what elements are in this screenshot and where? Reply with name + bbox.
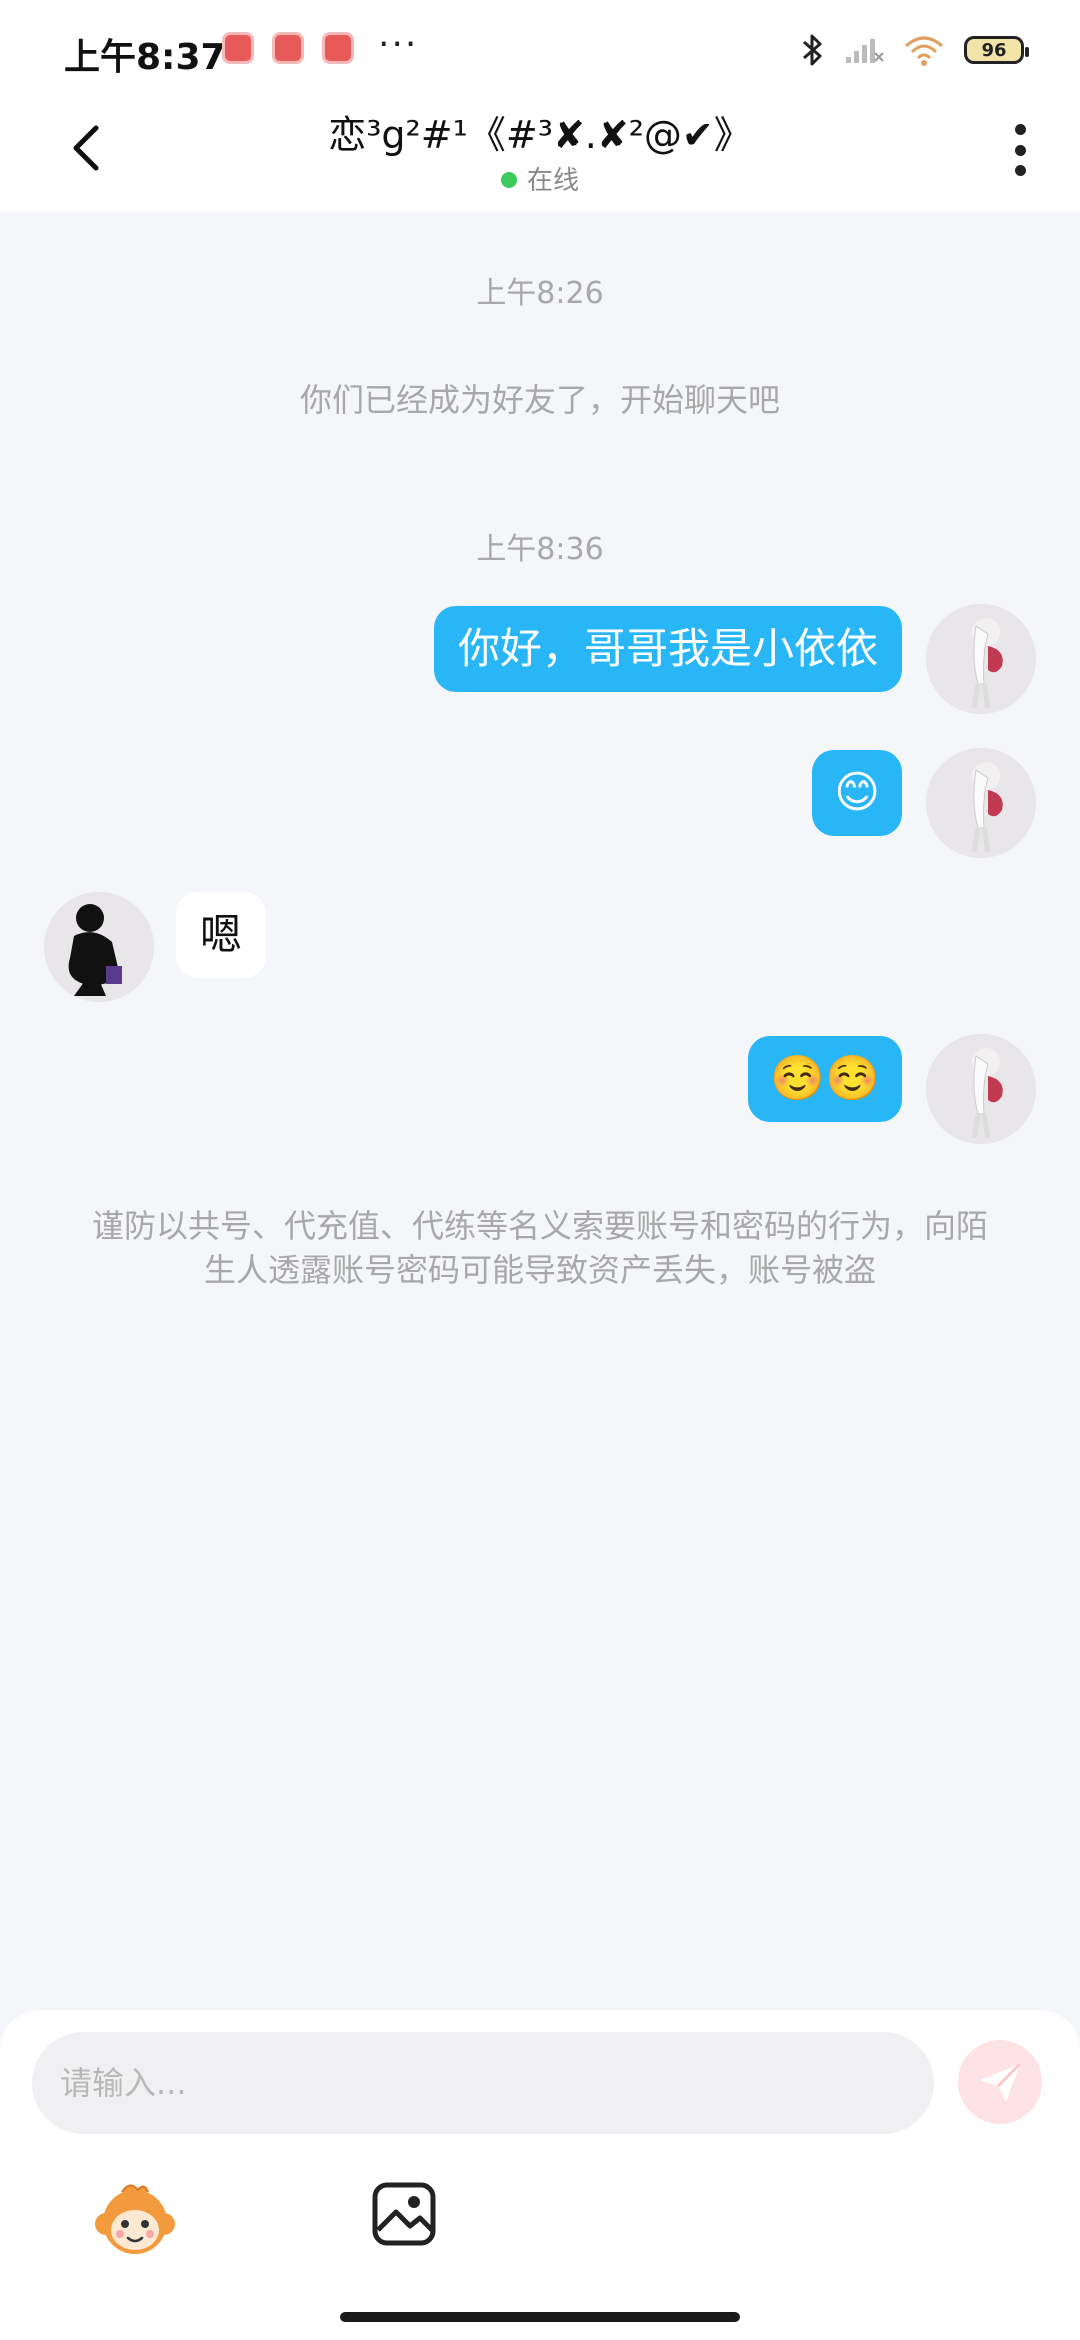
my-avatar[interactable] <box>926 604 1036 714</box>
user-avatar-icon <box>926 748 1036 858</box>
status-bar: 上午8:37 ··· 96 <box>0 0 1080 96</box>
status-time: 上午8:37 <box>64 37 226 78</box>
my-avatar[interactable] <box>926 748 1036 858</box>
timestamp: 上午8:36 <box>476 532 604 567</box>
online-dot-icon <box>500 171 517 188</box>
paper-plane-icon <box>980 2062 1022 2102</box>
more-vertical-icon <box>1014 124 1026 135</box>
monkey-sticker-icon <box>95 2184 175 2254</box>
image-button[interactable] <box>370 2180 438 2248</box>
user-avatar-icon <box>926 1034 1036 1144</box>
notification-app-icon <box>222 32 254 64</box>
more-notifications-icon: ··· <box>378 24 419 65</box>
message-bubble-outgoing[interactable]: 😊 <box>812 750 902 836</box>
system-message-friend-added: 你们已经成为好友了，开始聊天吧 <box>299 381 780 419</box>
more-options-button[interactable] <box>1008 120 1032 180</box>
composer-panel <box>0 2010 1080 2340</box>
home-indicator[interactable] <box>340 2312 740 2322</box>
user-avatar-icon <box>926 604 1036 714</box>
message-input[interactable] <box>32 2032 934 2134</box>
contact-name[interactable]: 恋³g²#¹《#³✘.✘²@✔》 <box>0 104 1080 159</box>
online-status-label: 在线 <box>526 166 579 196</box>
my-avatar[interactable] <box>926 1034 1036 1144</box>
message-bubble-outgoing[interactable]: 你好，哥哥我是小依依 <box>433 606 902 692</box>
bluetooth-icon <box>800 32 824 68</box>
message-bubble-outgoing[interactable]: ☺️☺️ <box>748 1036 902 1122</box>
status-icons: 96 <box>800 30 1029 70</box>
battery-indicator: 96 <box>964 36 1029 64</box>
timestamp: 上午8:26 <box>476 276 604 311</box>
contact-avatar[interactable] <box>44 892 154 1002</box>
message-list[interactable]: 上午8:26 你们已经成为好友了，开始聊天吧 上午8:36 你好，哥哥我是小依依… <box>0 212 1080 2012</box>
notification-app-icon <box>322 32 354 64</box>
message-bubble-incoming[interactable]: 嗯 <box>176 892 267 978</box>
contact-avatar-icon <box>44 892 154 1002</box>
chat-header: 恋³g²#¹《#³✘.✘²@✔》 在线 <box>0 96 1080 212</box>
security-warning: 谨防以共号、代充值、代练等名义索要账号和密码的行为，向陌生人透露账号密码可能导致… <box>91 1207 988 1289</box>
wifi-icon <box>904 34 944 66</box>
image-icon <box>372 2182 436 2246</box>
sticker-button[interactable] <box>94 2178 176 2260</box>
notification-app-icon <box>272 32 304 64</box>
signal-icon <box>844 35 884 65</box>
online-status: 在线 <box>0 160 1080 197</box>
send-button[interactable] <box>958 2040 1042 2124</box>
